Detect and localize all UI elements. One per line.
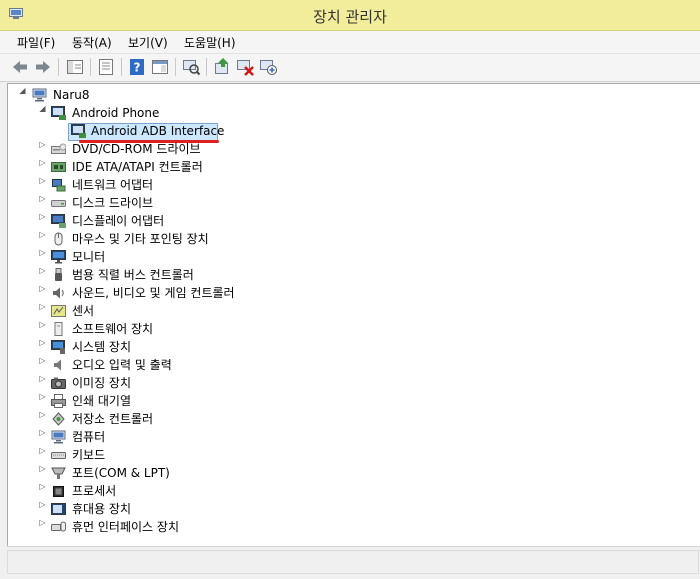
tree-item-category[interactable]: 디스크 드라이브 bbox=[72, 194, 153, 212]
computer-icon bbox=[51, 430, 66, 444]
expand-toggle-category[interactable]: ▷ bbox=[38, 482, 47, 500]
tree-item-category[interactable]: 디스플레이 어댑터 bbox=[72, 212, 164, 230]
expand-toggle-category[interactable]: ▷ bbox=[38, 518, 47, 536]
expand-toggle-category[interactable]: ▷ bbox=[38, 284, 47, 302]
scan-hardware-icon[interactable] bbox=[181, 57, 201, 77]
tree-item-category[interactable]: 시스템 장치 bbox=[72, 338, 131, 356]
audio-io-icon bbox=[51, 358, 66, 372]
software-device-icon bbox=[51, 322, 66, 336]
tree-item-category[interactable]: 인쇄 대기열 bbox=[72, 392, 131, 410]
keyboard-icon bbox=[51, 448, 66, 462]
dvd-drive-icon bbox=[51, 142, 66, 156]
tree-item-category[interactable]: 프로세서 bbox=[72, 482, 116, 500]
tree-item-category[interactable]: 휴먼 인터페이스 장치 bbox=[72, 518, 179, 536]
toolbar: ? bbox=[0, 54, 700, 82]
printer-icon bbox=[51, 394, 66, 408]
expand-toggle-category[interactable]: ▷ bbox=[38, 446, 47, 464]
tree-item-category[interactable]: 컴퓨터 bbox=[72, 428, 105, 446]
sensor-icon bbox=[51, 304, 66, 318]
tree-item-android-adb-interface[interactable]: Android ADB Interface bbox=[91, 122, 224, 140]
usb-icon bbox=[51, 268, 66, 282]
menu-help[interactable]: 도움말(H) bbox=[184, 34, 236, 51]
add-legacy-hardware-icon[interactable] bbox=[258, 57, 278, 77]
forward-arrow-icon[interactable] bbox=[33, 57, 53, 77]
expand-toggle-root[interactable]: ◢ bbox=[18, 86, 27, 104]
display-adapter-icon bbox=[51, 214, 66, 228]
expand-toggle-category[interactable]: ▷ bbox=[38, 500, 47, 518]
menu-view[interactable]: 보기(V) bbox=[128, 34, 168, 51]
menu-file[interactable]: 파일(F) bbox=[17, 34, 55, 51]
tree-item-category[interactable]: IDE ATA/ATAPI 컨트롤러 bbox=[72, 158, 203, 176]
portable-device-icon bbox=[51, 502, 66, 516]
expand-toggle-category[interactable]: ▷ bbox=[38, 194, 47, 212]
svg-text:?: ? bbox=[134, 61, 141, 75]
sound-icon bbox=[51, 286, 66, 300]
tree-item-category[interactable]: 오디오 입력 및 출력 bbox=[72, 356, 172, 374]
tree-item-category[interactable]: 소프트웨어 장치 bbox=[72, 320, 153, 338]
imaging-device-icon bbox=[51, 376, 66, 390]
expand-toggle-category[interactable]: ▷ bbox=[38, 410, 47, 428]
expand-toggle-category[interactable]: ▷ bbox=[38, 428, 47, 446]
expand-toggle-category[interactable]: ▷ bbox=[38, 158, 47, 176]
tree-item-category[interactable]: 사운드, 비디오 및 게임 컨트롤러 bbox=[72, 284, 235, 302]
menu-bar: 파일(F) 동작(A) 보기(V) 도움말(H) bbox=[0, 31, 700, 54]
tree-item-category[interactable]: 포트(COM & LPT) bbox=[72, 464, 170, 482]
tree-item-category[interactable]: 저장소 컨트롤러 bbox=[72, 410, 153, 428]
storage-controller-icon bbox=[51, 412, 66, 426]
expand-toggle-category[interactable]: ▷ bbox=[38, 266, 47, 284]
expand-toggle-category[interactable]: ▷ bbox=[38, 140, 47, 158]
tree-item-category[interactable]: DVD/CD-ROM 드라이브 bbox=[72, 140, 201, 158]
tree-item-category[interactable]: 키보드 bbox=[72, 446, 105, 464]
phone-icon bbox=[51, 106, 66, 120]
phone-icon bbox=[71, 124, 86, 138]
expand-toggle-category[interactable]: ▷ bbox=[38, 320, 47, 338]
tree-item-category[interactable]: 마우스 및 기타 포인팅 장치 bbox=[72, 230, 209, 248]
tree-item-root[interactable]: Naru8 bbox=[53, 86, 90, 104]
tree-item-category[interactable]: 센서 bbox=[72, 302, 94, 320]
properties-icon[interactable] bbox=[96, 57, 116, 77]
console-view-icon[interactable] bbox=[150, 57, 170, 77]
expand-toggle-android-phone[interactable]: ◢ bbox=[38, 104, 47, 122]
tree-item-category[interactable]: 네트워크 어댑터 bbox=[72, 176, 153, 194]
system-device-icon bbox=[51, 340, 66, 354]
uninstall-device-icon[interactable] bbox=[235, 57, 255, 77]
tree-item-category[interactable]: 휴대용 장치 bbox=[72, 500, 131, 518]
expand-toggle-category[interactable]: ▷ bbox=[38, 374, 47, 392]
tree-item-category[interactable]: 범용 직렬 버스 컨트롤러 bbox=[72, 266, 194, 284]
disk-drive-icon bbox=[51, 196, 66, 210]
network-adapter-icon bbox=[51, 178, 66, 192]
processor-icon bbox=[51, 484, 66, 498]
title-bar: 장치 관리자 bbox=[0, 0, 700, 31]
ide-controller-icon bbox=[51, 160, 66, 174]
expand-toggle-category[interactable]: ▷ bbox=[38, 176, 47, 194]
status-pane bbox=[7, 550, 699, 574]
port-icon bbox=[51, 466, 66, 480]
tree-item-category[interactable]: 이미징 장치 bbox=[72, 374, 131, 392]
menu-action[interactable]: 동작(A) bbox=[72, 34, 112, 51]
device-tree[interactable]: ◢ Naru8 ◢ Android Phone Android ADB Interfac… bbox=[7, 83, 700, 547]
monitor-icon bbox=[51, 250, 66, 264]
hid-icon bbox=[51, 520, 66, 534]
mouse-icon bbox=[51, 232, 66, 246]
expand-toggle-category[interactable]: ▷ bbox=[38, 464, 47, 482]
expand-toggle-category[interactable]: ▷ bbox=[38, 392, 47, 410]
tree-item-category[interactable]: 모니터 bbox=[72, 248, 105, 266]
window-title: 장치 관리자 bbox=[313, 8, 387, 26]
expand-toggle-category[interactable]: ▷ bbox=[38, 230, 47, 248]
tree-item-android-phone[interactable]: Android Phone bbox=[72, 104, 159, 122]
expand-toggle-category[interactable]: ▷ bbox=[38, 356, 47, 374]
status-bar bbox=[7, 546, 700, 577]
back-arrow-icon[interactable] bbox=[10, 57, 30, 77]
computer-icon bbox=[32, 88, 47, 102]
show-hide-tree-icon[interactable] bbox=[65, 57, 85, 77]
update-driver-icon[interactable] bbox=[212, 57, 232, 77]
expand-toggle-category[interactable]: ▷ bbox=[38, 212, 47, 230]
help-icon[interactable]: ? bbox=[127, 57, 147, 77]
expand-toggle-category[interactable]: ▷ bbox=[38, 248, 47, 266]
expand-toggle-category[interactable]: ▷ bbox=[38, 302, 47, 320]
expand-toggle-category[interactable]: ▷ bbox=[38, 338, 47, 356]
